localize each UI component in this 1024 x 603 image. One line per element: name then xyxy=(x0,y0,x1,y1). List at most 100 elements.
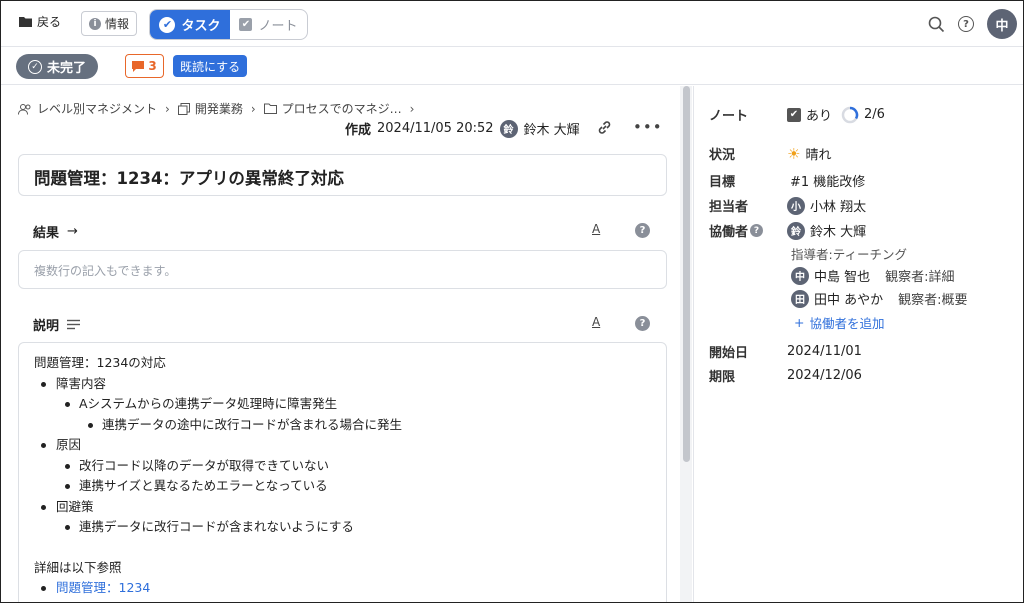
due-date-row: 期限 2024/12/06 xyxy=(709,366,862,385)
view-toggle: ✔ タスク ✔ ノート xyxy=(149,9,308,40)
description-label: 説明 xyxy=(33,319,60,334)
note-value: あり xyxy=(806,109,833,124)
mentor-line: 指導者:ティーチング xyxy=(791,247,907,262)
list-item: 連携データに改行コードが含まれないようにする xyxy=(34,517,651,538)
list-item: 障害内容 xyxy=(34,374,651,395)
add-collaborator-button[interactable]: + 協働者を追加 xyxy=(794,313,885,332)
add-collaborator-label: 協働者を追加 xyxy=(809,316,885,331)
mark-read-button[interactable]: 既読にする xyxy=(173,55,248,77)
status-value: 晴れ xyxy=(805,148,832,163)
link-icon[interactable] xyxy=(596,119,613,140)
checkbox-icon: ✔ xyxy=(239,18,253,31)
collaborator-name: 中島 智也 xyxy=(814,270,871,285)
chevron-right-icon: › xyxy=(250,101,256,116)
collab-label: 協働者 xyxy=(709,225,749,240)
task-title[interactable]: 問題管理：1234：アプリの異常終了対応 xyxy=(18,154,667,196)
top-bar: 戻る i 情報 ✔ タスク ✔ ノート ? 中 xyxy=(1,1,1023,47)
collab-label-group: 協働者 ? xyxy=(709,221,787,240)
help-icon[interactable]: ? xyxy=(750,224,764,237)
avatar: 田 xyxy=(791,289,809,308)
description-footer: 詳細は以下参照 xyxy=(34,559,122,575)
collaborator-item[interactable]: 鈴 鈴木 大輝 xyxy=(787,221,866,240)
back-label: 戻る xyxy=(37,15,62,29)
start-date[interactable]: 2024/11/01 xyxy=(787,344,862,359)
search-icon[interactable] xyxy=(927,15,945,33)
goal-value[interactable]: #1 機能改修 xyxy=(787,171,865,190)
breadcrumb-item[interactable]: レベル別マネジメント xyxy=(37,100,157,117)
comment-count: 3 xyxy=(148,59,157,73)
list-item: 原因 xyxy=(34,435,651,456)
comment-icon xyxy=(132,60,145,72)
status-button[interactable]: ✓ 未完了 xyxy=(16,54,98,79)
created-label: 作成 xyxy=(345,123,372,138)
avatar: 鈴 xyxy=(499,119,518,138)
text-format-icon[interactable]: A xyxy=(592,222,600,236)
more-options-icon[interactable]: ••• xyxy=(633,118,663,136)
description-editor[interactable]: 問題管理：1234の対応 障害内容 Aシステムからの連携データ処理時に障害発生 … xyxy=(18,342,667,602)
progress-ring-icon xyxy=(841,106,859,123)
top-right-actions: ? 中 xyxy=(927,9,1017,39)
created-at: 2024/11/05 20:52 xyxy=(377,121,494,136)
help-icon[interactable]: ? xyxy=(635,223,650,238)
tab-note[interactable]: ✔ ノート xyxy=(230,10,307,39)
description-list: 障害内容 Aシステムからの連携データ処理時に障害発生 連携データの途中に改行コー… xyxy=(34,374,651,538)
result-section-header: 結果 → xyxy=(33,222,78,241)
note-progress: 2/6 xyxy=(864,107,885,122)
goal-row: 目標 #1 機能改修 xyxy=(709,171,865,190)
collaborator-role: 観察者:詳細 xyxy=(885,270,955,285)
assignee-name: 小林 翔太 xyxy=(810,200,867,215)
tab-note-label: ノート xyxy=(258,19,298,34)
collaborator-name: 田中 あやか xyxy=(814,293,884,308)
assignee-row: 担当者 小 小林 翔太 xyxy=(709,196,866,215)
due-date[interactable]: 2024/12/06 xyxy=(787,368,862,383)
collaborator-name: 鈴木 大輝 xyxy=(810,225,867,240)
result-input[interactable]: 複数行の記入もできます。 xyxy=(18,250,667,289)
assignee-value[interactable]: 小 小林 翔太 xyxy=(787,196,866,215)
back-button[interactable]: 戻る xyxy=(19,13,61,30)
created-meta: 作成 2024/11/05 20:52 鈴 鈴木 大輝 xyxy=(345,119,580,138)
check-circle-icon: ✓ xyxy=(27,59,42,74)
chevron-right-icon: › xyxy=(165,101,170,116)
list-item: 連携データの途中に改行コードが含まれる場合に発生 xyxy=(34,415,651,436)
tab-task-label: タスク xyxy=(181,19,221,34)
breadcrumb-item[interactable]: プロセスでのマネジ… xyxy=(282,100,402,117)
info-button[interactable]: i 情報 xyxy=(81,11,138,36)
status-value-group[interactable]: ☀ 晴れ xyxy=(787,144,832,164)
reference-list: 問題管理：1234 xyxy=(34,578,651,599)
collaborator-item[interactable]: 田 田中 あやか 観察者:概要 xyxy=(791,289,968,308)
start-date-row: 開始日 2024/11/01 xyxy=(709,342,862,361)
breadcrumb-item[interactable]: 開発業務 xyxy=(195,100,243,117)
status-bar: ✓ 未完了 3 既読にする xyxy=(1,48,1023,85)
scrollbar-thumb[interactable] xyxy=(683,86,690,462)
note-label: ノート xyxy=(709,109,749,124)
plus-icon: + xyxy=(794,315,805,330)
avatar: 小 xyxy=(787,196,805,215)
help-icon[interactable]: ? xyxy=(957,15,975,33)
author-name: 鈴木 大輝 xyxy=(523,123,580,138)
comment-badge[interactable]: 3 xyxy=(125,54,164,78)
collaborator-item[interactable]: 中 中島 智也 観察者:詳細 xyxy=(791,266,955,285)
sun-icon: ☀ xyxy=(787,144,801,163)
status-label: 状況 xyxy=(709,148,736,163)
help-icon[interactable]: ? xyxy=(635,316,650,331)
checkbox-icon: ✔ xyxy=(787,107,801,122)
due-label: 期限 xyxy=(709,370,736,385)
status-row: 状況 ☀ 晴れ xyxy=(709,144,832,164)
description-section-header: 説明 xyxy=(33,315,81,334)
list-item: 回避策 xyxy=(34,497,651,518)
note-value-group: ✔ あり 2/6 xyxy=(787,105,885,124)
arrow-right-icon: → xyxy=(67,224,78,239)
reference-link[interactable]: 問題管理：1234 xyxy=(56,580,150,595)
task-main-pane: レベル別マネジメント › 開発業務 › プロセスでのマネジ… › 作成 2024… xyxy=(1,86,679,602)
text-format-icon[interactable]: A xyxy=(592,315,600,329)
note-row: ノート ✔ あり 2/6 xyxy=(709,105,885,124)
check-circle-icon: ✔ xyxy=(159,16,176,33)
app-window: 戻る i 情報 ✔ タスク ✔ ノート ? 中 ✓ 未完了 3 既読にする レベ… xyxy=(0,0,1024,603)
user-avatar[interactable]: 中 xyxy=(987,9,1017,39)
result-label: 結果 xyxy=(33,226,60,241)
tab-task[interactable]: ✔ タスク xyxy=(150,10,230,39)
details-pane: ノート ✔ あり 2/6 状況 ☀ 晴れ 目標 #1 機能改修 担当者 小 小林… xyxy=(693,86,1023,602)
folder-icon xyxy=(263,103,277,114)
list-item: 問題管理：1234 xyxy=(34,578,651,599)
